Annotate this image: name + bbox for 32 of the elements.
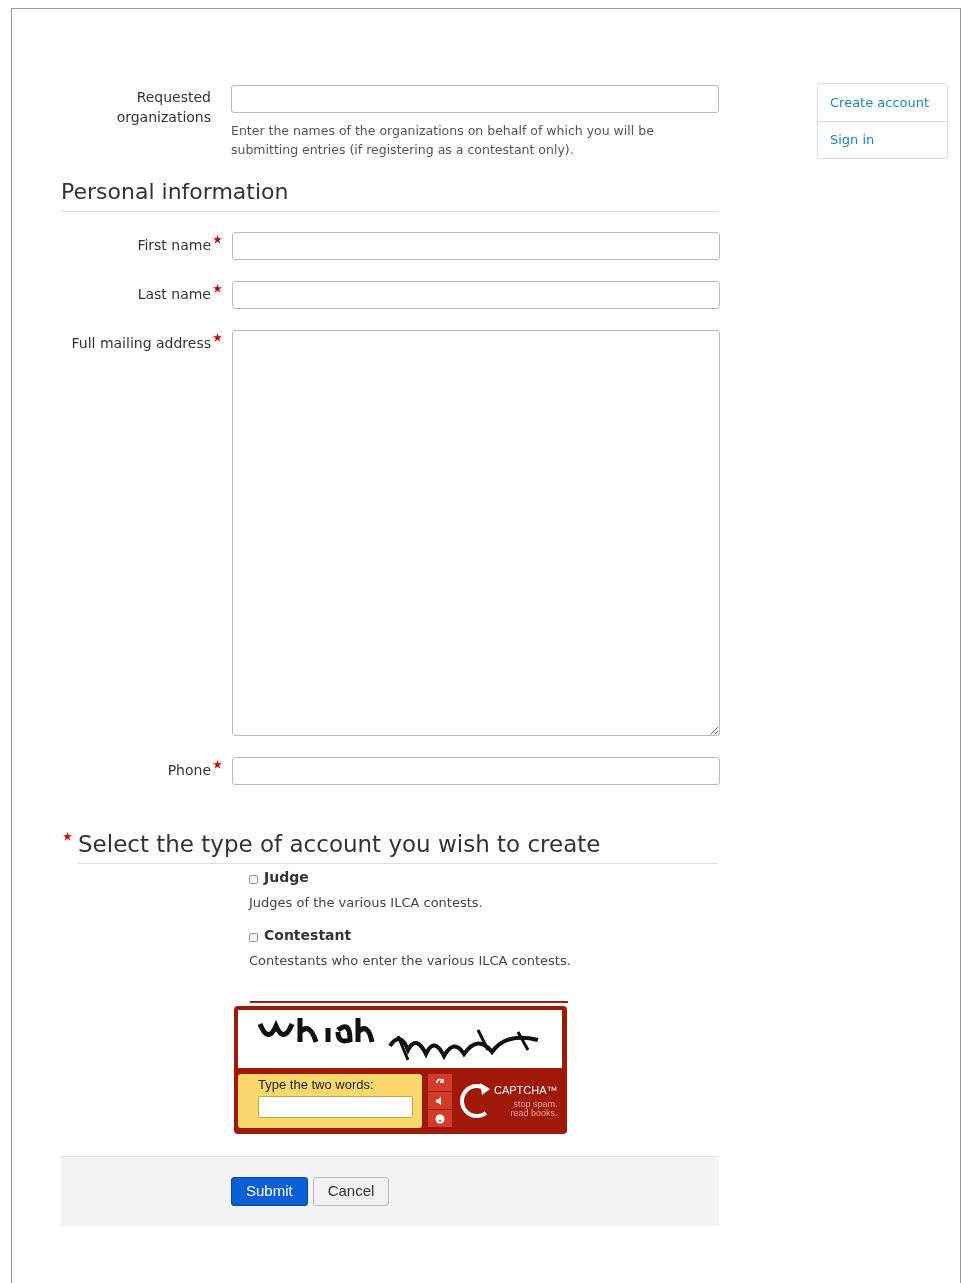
refresh-icon[interactable] [428,1074,452,1091]
organizations-field[interactable] [231,85,719,113]
field-label: Requested organizations [116,89,211,125]
text-field[interactable] [232,281,720,309]
submit-button[interactable]: Submit [231,1177,308,1206]
field-label: Full mailing address [71,335,211,351]
circular-arrow-icon [458,1081,492,1121]
option-description: Contestants who enter the various ILCA contests. [249,952,572,970]
captcha-logo: CAPTCHA™ [494,1084,558,1096]
text-field[interactable] [232,757,720,785]
cancel-button[interactable]: Cancel [312,1177,390,1206]
captcha-tagline: read books. [509,1108,558,1118]
checkbox[interactable] [249,874,258,884]
captcha-field[interactable] [258,1096,413,1118]
sidebar-link[interactable]: Create account [818,84,947,121]
captcha-prompt: Type the two words: [258,1076,375,1094]
field-label: Phone [167,762,211,778]
field-label: Last name [137,286,211,302]
checkbox[interactable] [249,932,258,942]
field-label: First name [137,237,211,253]
text-field[interactable] [232,232,720,260]
help-icon[interactable] [428,1110,452,1127]
section-heading: Personal information [61,178,290,206]
option-label: Judge [264,868,309,887]
option-description: Judges of the various ILCA contests. [249,894,484,912]
help-text: Enter the names of the organizations on behalf of which you will be submitting entries (if registering as a contestant only). [231,122,655,159]
option-label: Contestant [264,926,352,945]
section-heading: Select the type of account you wish to create [78,830,602,859]
address-field[interactable] [232,330,720,736]
sidebar-link[interactable]: Sign in [818,121,947,158]
captcha-tagline: stop spam. [513,1099,558,1109]
speaker-icon[interactable] [428,1092,452,1109]
